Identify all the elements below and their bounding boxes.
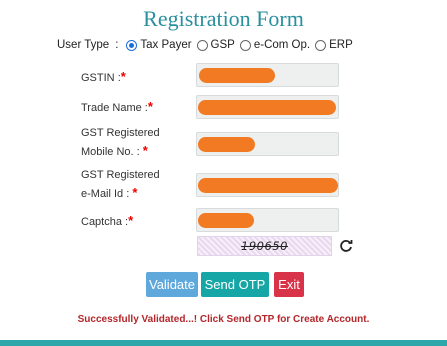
radio-gsp[interactable] (196, 39, 208, 51)
captcha-label: Captcha :* (81, 212, 133, 231)
radio-option-gsp[interactable]: GSP (196, 39, 235, 51)
email-input[interactable] (196, 173, 339, 197)
redaction-mark (199, 68, 275, 83)
form-title: Registration Form (143, 6, 304, 31)
radio-label-tax-payer: Tax Payer (140, 39, 192, 51)
captcha-label-text: Captcha : (81, 216, 129, 228)
gstin-label: GSTIN :* (81, 68, 126, 87)
radio-option-ecom-op[interactable]: e-Com Op. (239, 39, 311, 51)
user-type-label: User Type (57, 39, 110, 51)
radio-label-erp: ERP (329, 39, 353, 51)
mobile-label: GST Registered Mobile No. : * (81, 125, 160, 161)
trade-name-label-text: Trade Name : (81, 102, 148, 114)
mobile-label-line2: Mobile No. : (81, 146, 140, 158)
bottom-bar (0, 340, 447, 346)
gstin-input[interactable] (196, 63, 339, 87)
redaction-mark (198, 213, 254, 228)
email-label-line2: e-Mail Id : (81, 188, 130, 200)
radio-erp[interactable] (315, 39, 327, 51)
trade-name-required-mark: * (147, 99, 153, 114)
email-label-line2-wrap: e-Mail Id : * (81, 184, 160, 203)
gstin-required-mark: * (120, 69, 126, 84)
radio-tax-payer[interactable] (126, 39, 138, 51)
email-label: GST Registered e-Mail Id : * (81, 167, 160, 203)
captcha-required-mark: * (128, 213, 134, 228)
trade-name-input[interactable] (196, 95, 339, 119)
user-type-row: User Type : Tax Payer GSP e-Com Op. ERP (57, 37, 358, 53)
refresh-icon[interactable] (338, 237, 354, 255)
mobile-required-mark: * (142, 143, 148, 158)
redaction-mark (198, 137, 255, 152)
status-message: Successfully Validated...! Click Send OT… (77, 314, 370, 325)
user-type-colon: : (115, 39, 119, 51)
mobile-label-line2-wrap: Mobile No. : * (81, 142, 160, 161)
mobile-label-line1: GST Registered (81, 127, 160, 139)
captcha-input[interactable] (196, 208, 339, 232)
email-required-mark: * (132, 185, 138, 200)
gstin-label-text: GSTIN (81, 72, 115, 84)
exit-button[interactable]: Exit (274, 272, 304, 297)
send-otp-button[interactable]: Send OTP (201, 272, 269, 297)
redaction-mark (198, 178, 338, 193)
validate-button[interactable]: Validate (146, 272, 198, 297)
captcha-image: 190650 (197, 236, 332, 256)
mobile-input[interactable] (196, 132, 339, 156)
radio-ecom-op[interactable] (239, 39, 251, 51)
redaction-mark (198, 100, 336, 115)
radio-option-erp[interactable]: ERP (315, 39, 353, 51)
radio-option-tax-payer[interactable]: Tax Payer (126, 39, 192, 51)
radio-label-gsp: GSP (210, 39, 235, 51)
trade-name-label: Trade Name :* (81, 98, 153, 117)
radio-label-ecom-op: e-Com Op. (253, 39, 311, 51)
email-label-line1: GST Registered (81, 169, 160, 181)
